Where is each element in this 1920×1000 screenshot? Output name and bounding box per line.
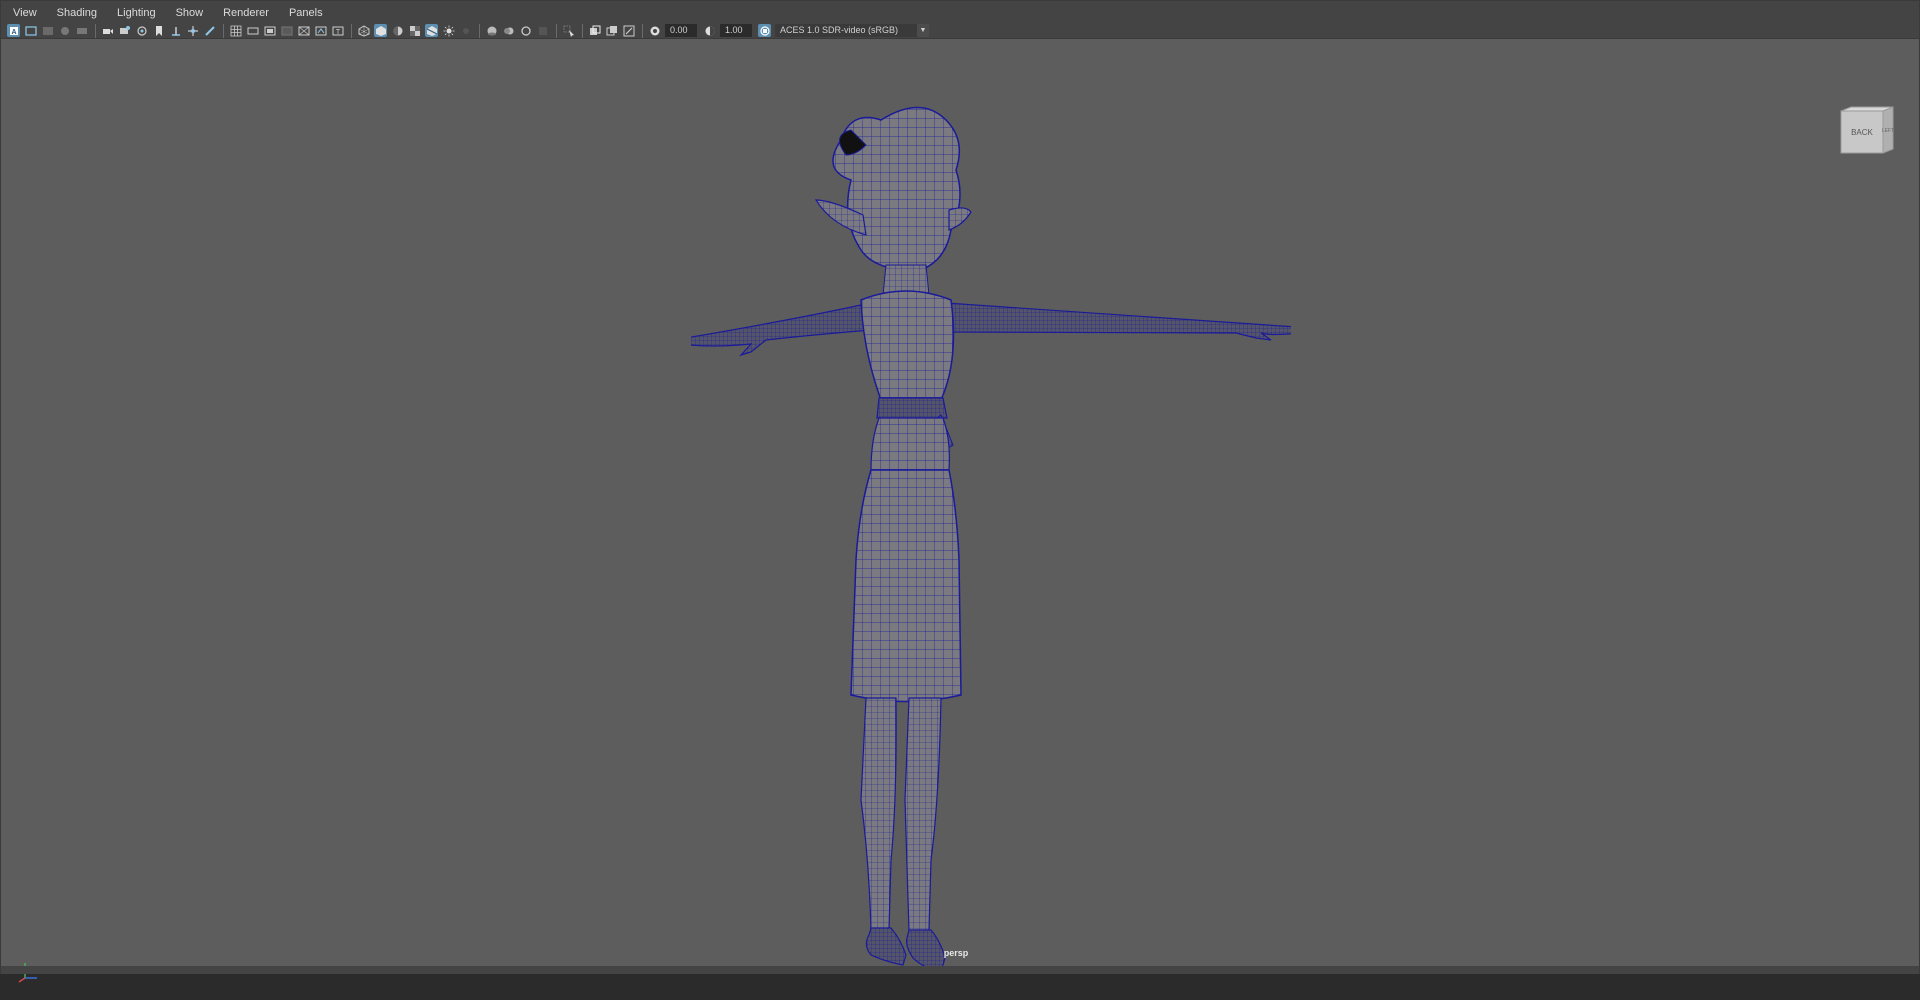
bookmark-icon[interactable] (152, 24, 165, 37)
panel-bottom-border (1, 966, 1919, 974)
camera-bookmark-icon[interactable] (135, 24, 148, 37)
menu-shading[interactable]: Shading (45, 1, 105, 23)
color-space-label: ACES 1.0 SDR-video (sRGB) (780, 25, 899, 35)
3d-viewport[interactable]: BACK LEFT (1, 40, 1919, 983)
maya-viewport-panel: View Shading Lighting Show Renderer Pane… (0, 0, 1920, 983)
panel-toolbar: A T 0.00 1.00 ACES 1.0 SDR-video (sRGB) … (1, 23, 1919, 39)
film-gate-icon[interactable] (58, 24, 71, 37)
menu-view[interactable]: View (1, 1, 45, 23)
view-transform-icon[interactable] (758, 24, 771, 37)
default-lighting-icon[interactable] (391, 24, 404, 37)
safe-action-icon[interactable] (314, 24, 327, 37)
xray-active-icon[interactable] (425, 24, 438, 37)
viewcube-side-label[interactable]: LEFT (1882, 128, 1894, 134)
isolate-select-icon[interactable] (562, 24, 575, 37)
wireframe-icon[interactable] (357, 24, 370, 37)
camera-name-label: persp (943, 948, 969, 958)
motion-blur-icon[interactable] (502, 24, 515, 37)
menu-panels[interactable]: Panels (277, 1, 331, 23)
shadows-icon[interactable] (459, 24, 472, 37)
exposure-field[interactable]: 0.00 (665, 24, 697, 37)
move-pivot-icon[interactable] (186, 24, 199, 37)
film-gate-toggle-icon[interactable] (246, 24, 259, 37)
chevron-down-icon[interactable]: ▼ (917, 24, 929, 37)
viewcube-face-label[interactable]: BACK (1851, 128, 1873, 137)
anti-aliasing-icon[interactable] (519, 24, 532, 37)
resolution-gate-icon[interactable] (263, 24, 276, 37)
two-d-pan-icon[interactable] (75, 24, 88, 37)
svg-text:A: A (11, 29, 16, 36)
menu-lighting[interactable]: Lighting (105, 1, 164, 23)
depth-of-field-icon[interactable] (536, 24, 549, 37)
textured-icon[interactable] (408, 24, 421, 37)
camera-icon[interactable] (101, 24, 114, 37)
gamma-icon[interactable] (703, 24, 716, 37)
exposure-icon[interactable] (648, 24, 661, 37)
svg-text:T: T (335, 29, 340, 36)
select-camera-icon[interactable]: A (7, 24, 20, 37)
safe-title-icon[interactable]: T (331, 24, 344, 37)
gamma-field[interactable]: 1.00 (720, 24, 752, 37)
field-chart-icon[interactable] (297, 24, 310, 37)
camera-attributes-icon[interactable] (24, 24, 37, 37)
paint-icon[interactable] (203, 24, 216, 37)
use-lights-icon[interactable] (442, 24, 455, 37)
color-space-dropdown[interactable]: ACES 1.0 SDR-video (sRGB) ▼ (775, 24, 929, 37)
grid-icon[interactable] (229, 24, 242, 37)
xray-icon[interactable] (588, 24, 601, 37)
menu-show[interactable]: Show (164, 1, 212, 23)
image-plane-icon[interactable] (41, 24, 54, 37)
xray-components-icon[interactable] (622, 24, 635, 37)
ambient-occlusion-icon[interactable] (485, 24, 498, 37)
smooth-shade-wireframe-icon[interactable] (374, 24, 387, 37)
grid-snap-icon[interactable] (169, 24, 182, 37)
character-wireframe-model[interactable] (691, 100, 1291, 1000)
camera-lock-icon[interactable] (118, 24, 131, 37)
menu-renderer[interactable]: Renderer (211, 1, 277, 23)
xray-joints-icon[interactable] (605, 24, 618, 37)
panel-menu-bar: View Shading Lighting Show Renderer Pane… (1, 1, 1919, 23)
viewcube-widget[interactable]: BACK LEFT (1839, 105, 1895, 155)
gate-mask-icon[interactable] (280, 24, 293, 37)
